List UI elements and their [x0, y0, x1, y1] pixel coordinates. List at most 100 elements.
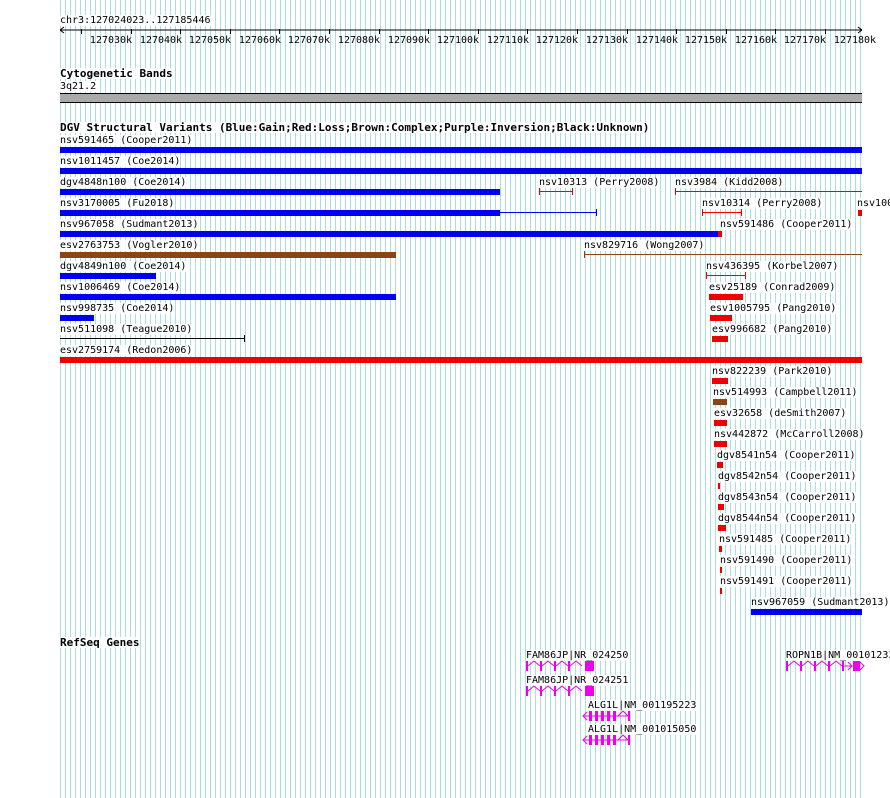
feature-label: dgv4848n100 (Coe2014): [60, 177, 187, 188]
loss-variant-line[interactable]: [675, 191, 862, 192]
feature-label: dgv4849n100 (Coe2014): [60, 261, 187, 272]
loss-variant-bar[interactable]: [709, 294, 743, 300]
ruler-tick: [825, 29, 826, 34]
feature-label: nsv511098 (Teague2010): [60, 324, 193, 335]
loss-variant-cap: [572, 188, 573, 195]
feature-label: esv25189 (Conrad2009): [709, 282, 836, 293]
gene-model-fam86jp-2[interactable]: [526, 685, 596, 697]
complex-variant-line[interactable]: [584, 254, 862, 255]
ruler-tick: [676, 29, 677, 34]
loss-variant-bar[interactable]: [720, 567, 722, 573]
loss-variant-bar[interactable]: [718, 483, 720, 489]
loss-variant-bar[interactable]: [718, 504, 724, 510]
feature-label: dgv8542n54 (Cooper2011): [718, 471, 857, 482]
feature-label: esv32658 (deSmith2007): [714, 408, 847, 419]
complex-variant-cap: [584, 251, 585, 258]
unknown-variant-line[interactable]: [60, 338, 245, 339]
ruler-tick: [726, 29, 727, 34]
loss-variant-line[interactable]: [706, 275, 746, 276]
feature-label: nsv1006469 (Coe2014): [60, 282, 181, 293]
loss-variant-cap: [675, 188, 676, 195]
feature-label: nsv1011457 (Coe2014): [60, 156, 181, 167]
cytoband-track-title[interactable]: Cytogenetic Bands: [60, 68, 173, 79]
ruler-tick: [775, 29, 776, 34]
feature-label: nsv514993 (Campbell2011): [713, 387, 858, 398]
loss-variant-bar[interactable]: [710, 315, 732, 321]
loss-variant-bar[interactable]: [719, 546, 722, 552]
loss-variant-bar[interactable]: [718, 231, 722, 237]
feature-label: nsv3984 (Kidd2008): [675, 177, 784, 188]
unknown-variant-cap: [244, 335, 245, 342]
ruler-tick: [379, 29, 380, 34]
ruler-tick: [180, 29, 181, 34]
cytoband-label: 3q21.2: [60, 81, 97, 92]
feature-label: esv1005795 (Pang2010): [710, 303, 837, 314]
loss-variant-line[interactable]: [702, 212, 742, 213]
loss-variant-bar[interactable]: [858, 210, 862, 216]
gain-variant-bar[interactable]: [60, 168, 862, 174]
feature-label: dgv8541n54 (Cooper2011): [717, 450, 856, 461]
complex-variant-bar[interactable]: [60, 252, 396, 258]
loss-variant-bar[interactable]: [718, 525, 726, 531]
ruler-tick: [131, 29, 132, 34]
feature-label: nsv3170005 (Fu2018): [60, 198, 175, 209]
gain-variant-bar[interactable]: [60, 273, 156, 279]
gene-model-ropn1b[interactable]: [786, 660, 866, 672]
feature-label: esv2759174 (Redon2006): [60, 345, 193, 356]
loss-variant-bar[interactable]: [712, 336, 728, 342]
left-margin: [0, 0, 60, 798]
gain-variant-cap: [596, 209, 597, 216]
gain-variant-bar[interactable]: [60, 210, 500, 216]
gain-variant-bar[interactable]: [60, 315, 94, 321]
feature-label: esv996682 (Pang2010): [712, 324, 833, 335]
gain-variant-bar[interactable]: [60, 294, 396, 300]
ruler-tick: [81, 29, 82, 34]
ruler-tick: [428, 29, 429, 34]
feature-label: nsv591485 (Cooper2011): [719, 534, 852, 545]
loss-variant-bar[interactable]: [714, 420, 727, 426]
feature-label: dgv8544n54 (Cooper2011): [718, 513, 857, 524]
complex-variant-bar[interactable]: [713, 399, 727, 405]
loss-variant-bar[interactable]: [720, 588, 722, 594]
ruler-tick-label: 127180k: [833, 35, 877, 46]
feature-label: esv2763753 (Vogler2010): [60, 240, 199, 251]
dgv-track-title[interactable]: DGV Structural Variants (Blue:Gain;Red:L…: [60, 122, 650, 133]
gain-variant-bar[interactable]: [60, 147, 862, 153]
loss-variant-bar[interactable]: [717, 462, 723, 468]
loss-variant-cap: [741, 209, 742, 216]
feature-label: nsv10313 (Perry2008): [539, 177, 660, 188]
gene-model-alg1l-2[interactable]: [582, 734, 632, 746]
ruler-tick: [478, 29, 479, 34]
ruler-tick: [230, 29, 231, 34]
loss-variant-cap: [702, 209, 703, 216]
feature-label: dgv8543n54 (Cooper2011): [718, 492, 857, 503]
loss-variant-bar[interactable]: [712, 378, 728, 384]
gene-model-fam86jp-1[interactable]: [526, 660, 596, 672]
loss-variant-cap: [539, 188, 540, 195]
feature-label: nsv998735 (Coe2014): [60, 303, 175, 314]
ruler-tick: [279, 29, 280, 34]
gain-variant-bar[interactable]: [751, 609, 862, 615]
ruler-tick: [527, 29, 528, 34]
gain-variant-bar[interactable]: [60, 189, 500, 195]
feature-label: nsv967058 (Sudmant2013): [60, 219, 199, 230]
ruler-tick: [627, 29, 628, 34]
right-margin: [862, 0, 890, 798]
gene-model-alg1l-1[interactable]: [582, 710, 632, 722]
feature-label: nsv442872 (McCarroll2008): [714, 429, 865, 440]
gain-variant-bar[interactable]: [60, 231, 718, 237]
cytoband-bar[interactable]: [60, 93, 862, 103]
feature-label: nsv829716 (Wong2007): [584, 240, 705, 251]
feature-label: nsv591491 (Cooper2011): [720, 576, 853, 587]
feature-label: nsv591490 (Cooper2011): [720, 555, 853, 566]
loss-variant-bar[interactable]: [714, 441, 727, 447]
feature-label: nsv822239 (Park2010): [712, 366, 833, 377]
feature-label: nsv436395 (Korbel2007): [706, 261, 839, 272]
feature-label: nsv10314 (Perry2008): [702, 198, 823, 209]
loss-variant-line[interactable]: [539, 191, 573, 192]
loss-variant-bar[interactable]: [60, 357, 862, 363]
gain-variant-line[interactable]: [500, 212, 597, 213]
refseq-track-title[interactable]: RefSeq Genes: [60, 637, 140, 648]
loss-variant-cap: [745, 272, 746, 279]
feature-label: nsv591486 (Cooper2011): [720, 219, 853, 230]
